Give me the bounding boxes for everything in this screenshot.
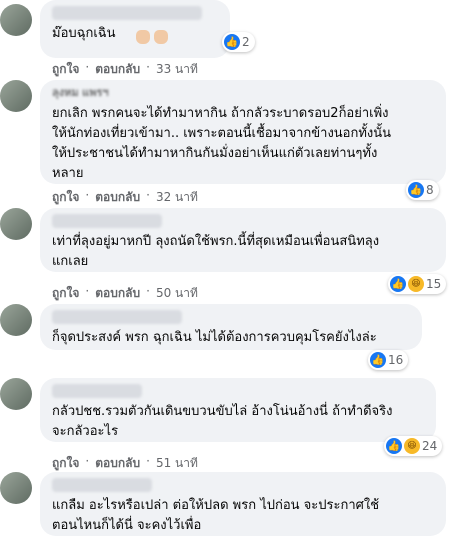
comment-author-blurred[interactable] [52, 214, 162, 228]
comment-time[interactable]: 51 นาที [156, 454, 198, 473]
comment-bubble: ลุงหม แพรฯ ยกเลิก พรกคนจะได้ทำมาหากิน ถ้… [40, 80, 446, 184]
reply-button[interactable]: ตอบกลับ [95, 454, 140, 473]
separator: · [85, 284, 90, 298]
comment-author-blurred[interactable] [52, 310, 182, 324]
comment-bubble: แกลืม อะไรหรือเปล่า ต่อให้ปลด พรก ไปก่อน… [40, 472, 446, 536]
separator: · [85, 454, 90, 468]
comment-bubble: เท่าที่ลุงอยู่มาหกปี ลุงถนัดใช้พรก.นี้ที… [40, 208, 446, 272]
commenter-avatar[interactable] [0, 378, 32, 410]
reply-button[interactable]: ตอบกลับ [95, 284, 140, 303]
reaction-count: 24 [422, 439, 438, 453]
reaction-count: 16 [388, 353, 404, 367]
comment-bubble: ก็จุดประสงค์ พรก ฉุกเฉิน ไม่ได้ต้องการคว… [40, 304, 422, 350]
separator: · [146, 188, 150, 202]
separator: · [146, 60, 150, 74]
commenter-avatar[interactable] [0, 208, 32, 240]
reaction-summary[interactable]: 👍 😆 24 [384, 436, 443, 456]
haha-icon: 😆 [404, 438, 420, 454]
reaction-count: 8 [426, 183, 434, 197]
commenter-avatar[interactable] [0, 80, 32, 112]
reaction-summary[interactable]: 👍 2 [222, 32, 255, 52]
reply-button[interactable]: ตอบกลับ [95, 60, 140, 79]
thumbs-up-emoji [136, 30, 150, 44]
reaction-summary[interactable]: 👍 16 [368, 350, 409, 370]
comment-author-blurred[interactable] [52, 6, 202, 20]
commenter-avatar[interactable] [0, 472, 32, 504]
like-icon: 👍 [408, 182, 424, 198]
haha-icon: 😆 [408, 276, 424, 292]
like-button[interactable]: ถูกใจ [52, 188, 79, 207]
reaction-summary[interactable]: 👍 😆 15 [388, 274, 447, 294]
like-icon: 👍 [390, 276, 406, 292]
like-button[interactable]: ถูกใจ [52, 454, 79, 473]
reply-button[interactable]: ตอบกลับ [95, 188, 140, 207]
like-button[interactable]: ถูกใจ [52, 284, 79, 303]
commenter-avatar[interactable] [0, 304, 32, 336]
comment-text: ก็จุดประสงค์ พรก ฉุกเฉิน ไม่ได้ต้องการคว… [52, 330, 377, 345]
comment-text: ม๊อบฉุกเฉิน [52, 26, 116, 41]
comment-time[interactable]: 50 นาที [156, 284, 198, 303]
comment-text: เท่าที่ลุงอยู่มาหกปี ลุงถนัดใช้พรก.นี้ที… [52, 234, 380, 269]
comment-author-blurred[interactable]: ลุงหม แพรฯ [52, 86, 132, 100]
like-icon: 👍 [224, 34, 240, 50]
like-icon: 👍 [386, 438, 402, 454]
comment-actions: ถูกใจ · ตอบกลับ · 50 นาที [52, 284, 198, 303]
comment-actions: ถูกใจ · ตอบกลับ · 33 นาที [52, 60, 198, 79]
comment-author-blurred[interactable] [52, 384, 142, 398]
comment-time[interactable]: 32 นาที [156, 188, 198, 207]
comment-time[interactable]: 33 นาที [156, 60, 198, 79]
reaction-count: 2 [242, 35, 250, 49]
comment-author-blurred[interactable] [52, 478, 152, 492]
separator: · [85, 188, 90, 202]
commenter-avatar[interactable] [0, 4, 32, 36]
like-button[interactable]: ถูกใจ [52, 60, 79, 79]
separator: · [146, 454, 150, 468]
comment-text: แกลืม อะไรหรือเปล่า ต่อให้ปลด พรก ไปก่อน… [52, 498, 380, 533]
separator: · [85, 60, 90, 74]
like-icon: 👍 [370, 352, 386, 368]
comment-actions: ถูกใจ · ตอบกลับ · 51 นาที [52, 454, 198, 473]
comment-text: ยกเลิก พรกคนจะได้ทำมาหากิน ถ้ากลัวระบาดร… [52, 106, 392, 181]
thumbs-up-emoji [154, 30, 168, 44]
separator: · [146, 284, 150, 298]
comment-bubble: ม๊อบฉุกเฉิน [40, 0, 230, 58]
comment-actions: ถูกใจ · ตอบกลับ · 32 นาที [52, 188, 198, 207]
comment-text: กลัวปชช.รวมตัวกันเดินขบวนขับไล่ อ้างโน่น… [52, 404, 393, 439]
reaction-count: 15 [426, 277, 442, 291]
comment-bubble: กลัวปชช.รวมตัวกันเดินขบวนขับไล่ อ้างโน่น… [40, 378, 436, 442]
reaction-summary[interactable]: 👍 8 [406, 180, 439, 200]
